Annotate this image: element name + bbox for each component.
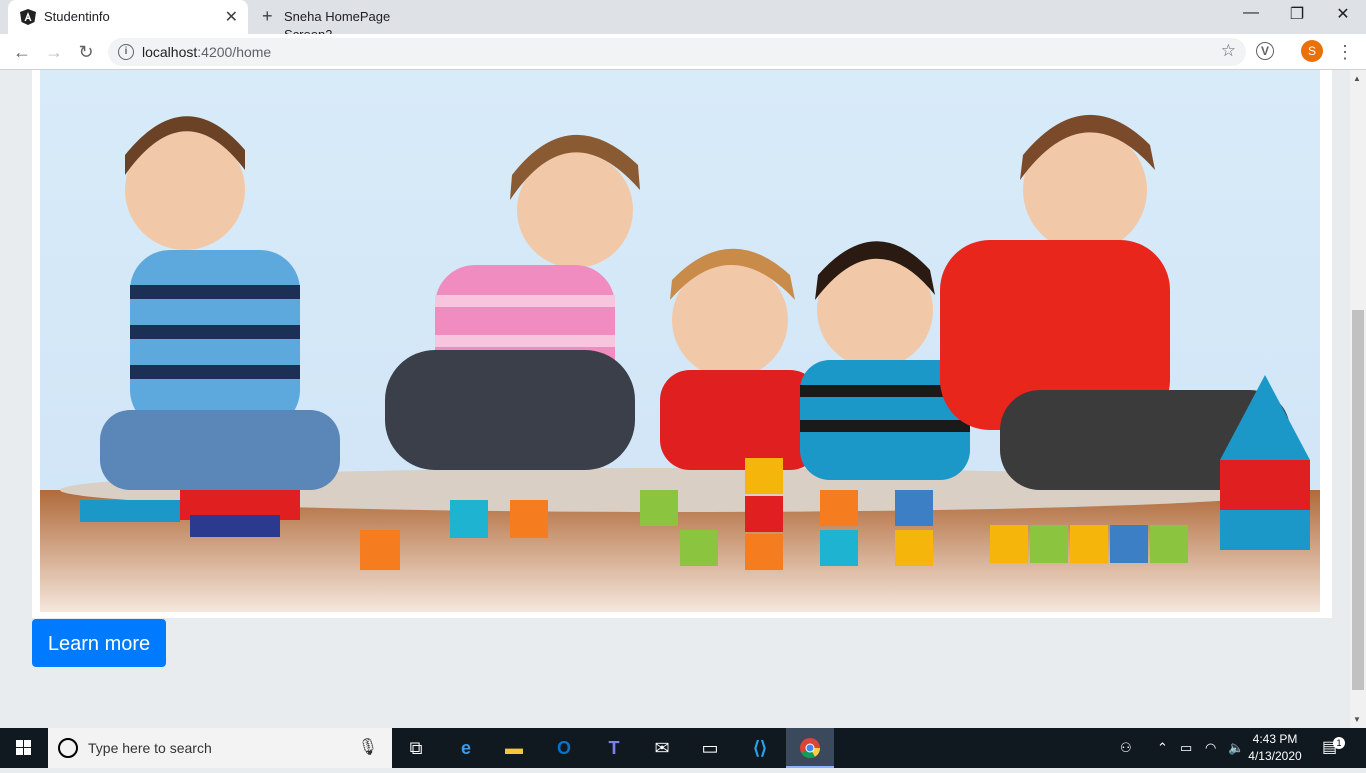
microphone-icon[interactable]: 🎙 — [358, 737, 378, 757]
clock-time: 4:43 PM — [1252, 732, 1298, 746]
address-bar[interactable]: i localhost:4200/home ☆ — [108, 38, 1246, 66]
people-icon[interactable]: ⚇ — [1120, 728, 1132, 768]
new-tab-icon[interactable]: + — [262, 6, 273, 27]
hero-image-frame — [32, 70, 1332, 618]
taskbar-search[interactable]: Type here to search 🎙 — [48, 728, 392, 768]
windows-start-icon[interactable] — [0, 728, 48, 768]
vscode-icon[interactable]: ⟨⟩ — [736, 728, 784, 768]
angular-icon — [20, 9, 36, 25]
tab-studentinfo[interactable]: Studentinfo ✕ — [8, 0, 248, 34]
tab-strip: Studentinfo ✕ + Sneha HomePage Screen2 —… — [0, 0, 1366, 42]
tab-title: Studentinfo — [44, 9, 110, 24]
battery-icon[interactable]: ▭ — [1180, 728, 1192, 768]
browser-toolbar: ← → ↻ i localhost:4200/home ☆ V S ⋮ — [0, 34, 1366, 70]
outlook-icon[interactable]: O — [540, 728, 588, 768]
url-text[interactable]: localhost:4200/home — [142, 44, 271, 60]
page-scrollbar[interactable]: ▲ ▼ — [1350, 70, 1366, 728]
back-icon[interactable]: ← — [10, 40, 34, 64]
edge-icon[interactable]: e — [442, 728, 490, 768]
file-explorer-icon[interactable]: ▬ — [490, 728, 538, 768]
close-tab-icon[interactable]: ✕ — [225, 7, 238, 27]
terminal-icon[interactable]: ▭ — [686, 728, 734, 768]
info-icon[interactable]: i — [118, 44, 134, 60]
scroll-thumb[interactable] — [1352, 310, 1364, 690]
hero-image — [40, 70, 1320, 612]
scroll-up-icon[interactable]: ▲ — [1353, 74, 1361, 83]
restore-icon[interactable]: ❐ — [1274, 4, 1320, 24]
system-clock[interactable]: 4:43 PM 4/13/2020 — [1240, 731, 1310, 765]
close-window-icon[interactable]: ✕ — [1320, 4, 1366, 24]
avatar[interactable]: S — [1301, 40, 1323, 62]
browser-chrome: Studentinfo ✕ + Sneha HomePage Screen2 —… — [0, 0, 1366, 70]
teams-icon[interactable]: T — [590, 728, 638, 768]
extension-v-icon[interactable]: V — [1256, 42, 1274, 60]
minimize-icon[interactable]: — — [1228, 4, 1274, 22]
taskbar: Type here to search 🎙 ⧉ e ▬ O T ✉ ▭ ⟨⟩ ⚇… — [0, 728, 1366, 768]
notification-count: 1 — [1333, 737, 1345, 749]
forward-icon[interactable]: → — [42, 40, 66, 64]
bookmark-star-icon[interactable]: ☆ — [1221, 41, 1236, 61]
reload-icon[interactable]: ↻ — [74, 40, 98, 64]
chrome-icon[interactable] — [786, 728, 834, 768]
search-placeholder: Type here to search — [88, 740, 212, 756]
notification-icon[interactable]: ▤ 1 — [1322, 728, 1345, 768]
task-view-icon[interactable]: ⧉ — [392, 728, 440, 768]
page-content: Learn more — [0, 70, 1350, 728]
wifi-icon[interactable]: ◠ — [1205, 728, 1216, 768]
chevron-up-icon[interactable]: ⌃ — [1157, 728, 1168, 768]
clock-date: 4/13/2020 — [1248, 749, 1302, 763]
learn-more-button[interactable]: Learn more — [32, 619, 166, 667]
menu-icon[interactable]: ⋮ — [1333, 40, 1357, 64]
cortana-icon[interactable] — [58, 738, 78, 758]
mail-icon[interactable]: ✉ — [638, 728, 686, 768]
scroll-down-icon[interactable]: ▼ — [1353, 715, 1361, 724]
